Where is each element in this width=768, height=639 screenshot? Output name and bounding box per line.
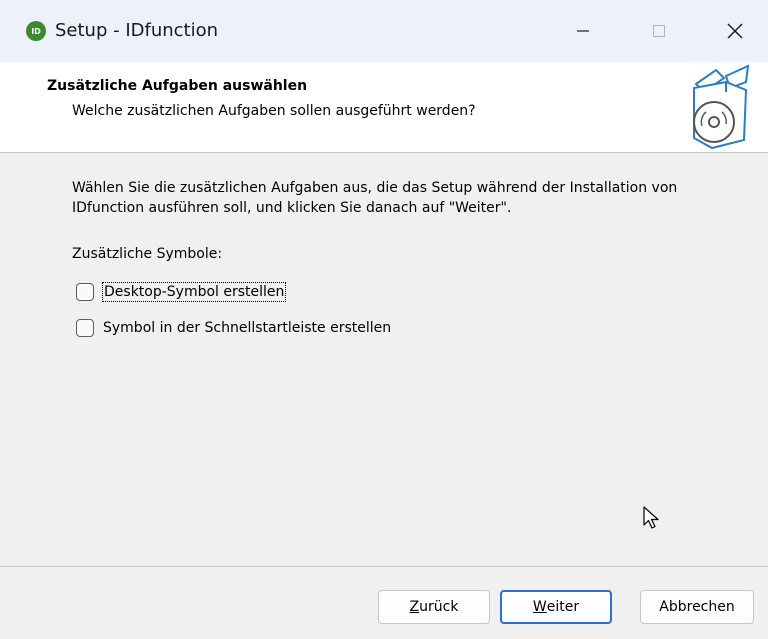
title-bar[interactable]: ID Setup - IDfunction bbox=[0, 0, 768, 62]
minimize-button[interactable] bbox=[560, 14, 606, 48]
close-icon bbox=[727, 23, 743, 39]
maximize-icon bbox=[653, 25, 665, 37]
next-accelerator: W bbox=[532, 599, 547, 615]
quicklaunch-icon-checkbox[interactable] bbox=[76, 319, 94, 337]
additional-icons-label: Zusätzliche Symbole: bbox=[72, 246, 223, 262]
minimize-icon bbox=[577, 30, 589, 32]
desktop-icon-label[interactable]: Desktop-Symbol erstellen bbox=[102, 282, 287, 302]
footer-divider bbox=[0, 566, 768, 567]
quicklaunch-icon-label[interactable]: Symbol in der Schnellstartleiste erstell… bbox=[102, 319, 392, 337]
page-subtitle: Welche zusätzlichen Aufgaben sollen ausg… bbox=[72, 103, 476, 119]
page-title: Zusätzliche Aufgaben auswählen bbox=[47, 78, 308, 94]
close-button[interactable] bbox=[712, 14, 758, 48]
setup-box-cd-icon bbox=[686, 62, 754, 150]
next-button[interactable]: Weiter bbox=[500, 590, 612, 624]
setup-window: ID Setup - IDfunction Zusätzliche Aufgab… bbox=[0, 0, 768, 639]
task-desktop-icon[interactable]: Desktop-Symbol erstellen bbox=[76, 282, 287, 302]
back-button[interactable]: Zurück bbox=[378, 590, 490, 624]
window-title: Setup - IDfunction bbox=[55, 20, 219, 41]
task-quicklaunch-icon[interactable]: Symbol in der Schnellstartleiste erstell… bbox=[76, 318, 392, 338]
maximize-button[interactable] bbox=[636, 14, 682, 48]
mouse-cursor-icon bbox=[643, 506, 659, 529]
app-icon: ID bbox=[26, 21, 46, 41]
instructions-text: Wählen Sie die zusätzlichen Aufgaben aus… bbox=[72, 180, 678, 216]
back-label-rest: urück bbox=[419, 599, 459, 615]
next-label-rest: eiter bbox=[546, 599, 580, 615]
desktop-icon-checkbox[interactable] bbox=[76, 283, 94, 301]
cancel-button[interactable]: Abbrechen bbox=[640, 590, 754, 624]
back-accelerator: Z bbox=[409, 599, 420, 615]
